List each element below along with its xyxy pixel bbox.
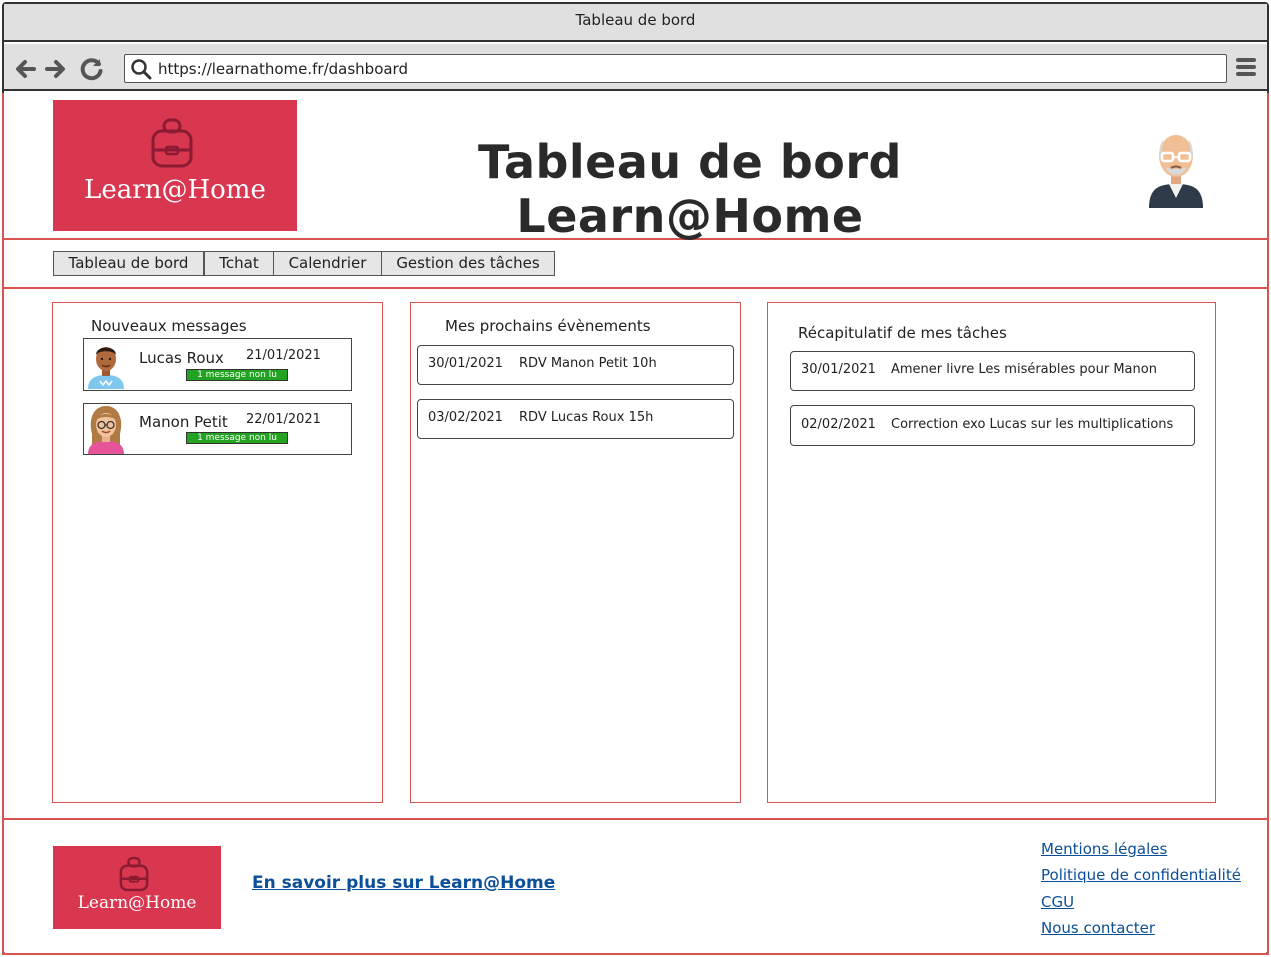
message-sender-name: Manon Petit bbox=[139, 413, 228, 431]
search-icon bbox=[130, 58, 152, 80]
privacy-link[interactable]: Politique de confidentialité bbox=[1041, 866, 1241, 884]
backpack-icon bbox=[118, 856, 150, 892]
task-label: Amener livre Les misérables pour Manon bbox=[891, 362, 1157, 377]
cgu-link[interactable]: CGU bbox=[1041, 893, 1074, 911]
task-date: 02/02/2021 bbox=[801, 417, 876, 432]
window-title: Tableau de bord bbox=[4, 4, 1267, 42]
tab-calendrier[interactable]: Calendrier bbox=[273, 251, 382, 276]
tab-tchat[interactable]: Tchat bbox=[204, 251, 274, 276]
task-label: Correction exo Lucas sur les multiplicat… bbox=[891, 417, 1174, 432]
message-sender-name: Lucas Roux bbox=[139, 349, 224, 367]
tasks-panel-title: Récapitulatif de mes tâches bbox=[798, 324, 1007, 342]
messages-panel-title: Nouveaux messages bbox=[91, 317, 247, 335]
back-arrow-icon[interactable] bbox=[12, 56, 38, 82]
backpack-icon bbox=[149, 117, 195, 169]
page-border-right bbox=[1267, 93, 1269, 955]
footer-logo-text: Learn@Home bbox=[77, 893, 197, 913]
avatar-lucas bbox=[86, 340, 126, 389]
reload-icon[interactable] bbox=[79, 56, 105, 82]
url-text[interactable]: https://learnathome.fr/dashboard bbox=[158, 58, 408, 80]
tab-tableau-de-bord[interactable]: Tableau de bord bbox=[53, 251, 204, 276]
about-link[interactable]: En savoir plus sur Learn@Home bbox=[252, 873, 555, 893]
message-date: 22/01/2021 bbox=[246, 412, 321, 427]
page-border-bottom bbox=[2, 953, 1269, 955]
legal-link[interactable]: Mentions légales bbox=[1041, 840, 1167, 858]
tab-gestion-des-taches[interactable]: Gestion des tâches bbox=[381, 251, 555, 276]
event-label: RDV Manon Petit 10h bbox=[519, 356, 657, 371]
unread-badge: 1 message non lu bbox=[186, 432, 288, 444]
user-avatar[interactable] bbox=[1145, 130, 1207, 208]
event-date: 30/01/2021 bbox=[428, 356, 503, 371]
unread-badge: 1 message non lu bbox=[186, 369, 288, 381]
events-panel-title: Mes prochains évènements bbox=[445, 317, 651, 335]
event-label: RDV Lucas Roux 15h bbox=[519, 410, 654, 425]
message-date: 21/01/2021 bbox=[246, 348, 321, 363]
footer-divider bbox=[2, 818, 1269, 820]
nav-divider bbox=[2, 287, 1269, 289]
logo-text: Learn@Home bbox=[84, 175, 266, 205]
task-date: 30/01/2021 bbox=[801, 362, 876, 377]
page-title: Tableau de bord Learn@Home bbox=[478, 135, 902, 243]
avatar-manon bbox=[86, 404, 126, 454]
menu-icon[interactable] bbox=[1236, 57, 1258, 79]
event-date: 03/02/2021 bbox=[428, 410, 503, 425]
forward-arrow-icon[interactable] bbox=[43, 56, 69, 82]
contact-link[interactable]: Nous contacter bbox=[1041, 919, 1155, 937]
page-border-left bbox=[2, 93, 4, 955]
